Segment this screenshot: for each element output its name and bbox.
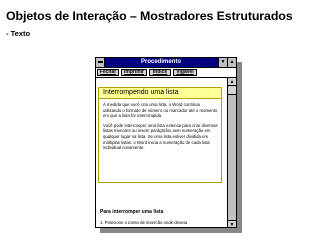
system-menu-icon[interactable] — [96, 58, 105, 67]
slide-title: Objetos de Interação – Mostradores Estru… — [6, 9, 293, 23]
scroll-up-icon[interactable]: ▲ — [228, 78, 236, 86]
slide-subtitle: - Texto — [6, 29, 31, 38]
popup-paragraph: Você pode interromper uma lista extensa … — [103, 122, 218, 151]
popup-body: À medida que você cria uma lista, o Word… — [103, 102, 219, 155]
scroll-down-icon[interactable]: ▼ — [228, 220, 236, 227]
help-popup[interactable]: Interrompendo uma lista À medida que voc… — [98, 87, 222, 183]
minimize-icon[interactable]: ▼ — [218, 58, 227, 67]
maximize-icon[interactable]: ▲ — [227, 58, 236, 67]
window-content: Interrompendo uma lista À medida que voc… — [96, 78, 227, 227]
window-titlebar[interactable]: Procedimento ▼ ▲ — [96, 58, 236, 68]
section-heading: Para interromper uma lista — [100, 209, 164, 215]
index-button[interactable]: Índice — [149, 69, 171, 76]
scroll-thumb[interactable] — [228, 87, 236, 95]
print-button[interactable]: Imprimir — [121, 69, 147, 76]
close-button[interactable]: Fechar — [97, 69, 119, 76]
stay-on-top-button[interactable]: Vigável — [173, 69, 197, 76]
help-window: Procedimento ▼ ▲ Fechar Imprimir Índice … — [95, 57, 237, 228]
vertical-scrollbar[interactable]: ▲ ▼ — [227, 78, 236, 227]
window-toolbar: Fechar Imprimir Índice Vigável — [96, 68, 236, 78]
window-title: Procedimento — [140, 59, 181, 65]
popup-heading: Interrompendo uma lista — [99, 88, 221, 99]
popup-paragraph: À medida que você cria uma lista, o Word… — [103, 102, 218, 119]
step-text: 1. Posicione o ponto de inserção onde de… — [100, 220, 187, 224]
